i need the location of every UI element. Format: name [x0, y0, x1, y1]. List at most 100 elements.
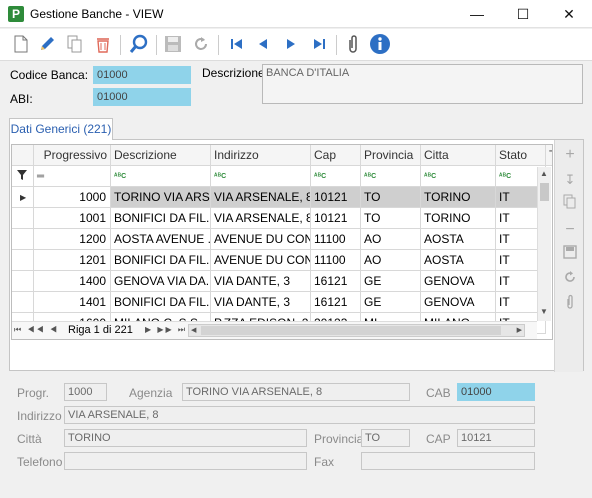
scroll-down-arrow-icon[interactable]: ▼	[540, 307, 548, 316]
citta-cell[interactable]: GENOVA	[421, 271, 496, 292]
citta-cell[interactable]: GENOVA	[421, 292, 496, 313]
provincia-field[interactable]: TO	[361, 429, 410, 447]
progressivo-cell[interactable]: 1001	[34, 208, 111, 229]
info-icon[interactable]	[369, 33, 391, 55]
provincia-cell[interactable]: GE	[361, 292, 421, 313]
descrizione-cell[interactable]: GENOVA VIA DA...	[111, 271, 211, 292]
copy-icon[interactable]	[64, 33, 86, 55]
provincia-cell[interactable]: TO	[361, 208, 421, 229]
progressivo-cell[interactable]: 1401	[34, 292, 111, 313]
next-record-icon[interactable]	[280, 33, 302, 55]
telefono-field[interactable]	[64, 452, 307, 470]
citta-cell[interactable]: AOSTA	[421, 250, 496, 271]
column-header[interactable]: Descrizione	[111, 145, 211, 166]
citta-cell[interactable]: TORINO	[421, 187, 496, 208]
last-record-icon[interactable]	[308, 33, 330, 55]
save-icon[interactable]	[162, 33, 184, 55]
citta-cell[interactable]: TORINO	[421, 208, 496, 229]
descrizione-cell[interactable]: BONIFICI DA FIL...	[111, 208, 211, 229]
indirizzo-cell[interactable]: AVENUE DU CON...	[211, 229, 311, 250]
descrizione-cell[interactable]: BONIFICI DA FIL...	[111, 292, 211, 313]
cap-field[interactable]: 10121	[457, 429, 535, 447]
cap-cell[interactable]: 10121	[311, 208, 361, 229]
cap-cell[interactable]: 11100	[311, 229, 361, 250]
delete-trash-icon[interactable]	[92, 33, 114, 55]
cap-cell[interactable]: 10121	[311, 187, 361, 208]
minimize-button[interactable]: —	[454, 0, 500, 28]
descrizione-cell[interactable]: AOSTA AVENUE ...	[111, 229, 211, 250]
scroll-left-arrow-icon[interactable]: ◀	[191, 326, 196, 334]
cap-cell[interactable]: 11100	[311, 250, 361, 271]
close-button[interactable]: ✕	[546, 0, 592, 28]
row-indicator[interactable]	[12, 271, 34, 292]
add-row-plus-icon[interactable]: +	[559, 144, 581, 166]
undo-row-icon[interactable]	[559, 269, 581, 291]
attachment-paperclip-icon[interactable]	[342, 33, 364, 55]
filter-abc-icon[interactable]: ᴬᴮC	[361, 166, 421, 187]
hscrollbar-thumb[interactable]	[201, 326, 501, 335]
remove-row-minus-icon[interactable]: −	[559, 219, 581, 241]
previous-record-icon[interactable]	[252, 33, 274, 55]
descrizione-cell[interactable]: BONIFICI DA FIL...	[111, 250, 211, 271]
scrollbar-thumb[interactable]	[540, 183, 549, 201]
provincia-cell[interactable]: AO	[361, 250, 421, 271]
column-header[interactable]: Progressivo	[34, 145, 111, 166]
filter-abc-icon[interactable]: ᴬᴮC	[111, 166, 211, 187]
codice-banca-field[interactable]: 01000	[93, 66, 191, 84]
provincia-cell[interactable]: GE	[361, 271, 421, 292]
fax-field[interactable]	[361, 452, 535, 470]
filter-abc-icon[interactable]: ᴬᴮC	[311, 166, 361, 187]
indirizzo-field[interactable]: VIA ARSENALE, 8	[64, 406, 535, 424]
filter-funnel-icon[interactable]	[12, 166, 34, 187]
indirizzo-cell[interactable]: VIA ARSENALE, 8	[211, 208, 311, 229]
row-indicator[interactable]	[12, 229, 34, 250]
citta-cell[interactable]: AOSTA	[421, 229, 496, 250]
column-header[interactable]: Provincia	[361, 145, 421, 166]
column-header[interactable]: Indirizzo	[211, 145, 311, 166]
indirizzo-cell[interactable]: VIA DANTE, 3	[211, 292, 311, 313]
descrizione-cell[interactable]: TORINO VIA ARS...	[111, 187, 211, 208]
vertical-scrollbar[interactable]: ▲ ▼	[537, 167, 551, 321]
filter-equals-icon[interactable]: ═	[34, 166, 111, 187]
filter-abc-icon[interactable]: ᴬᴮC	[421, 166, 496, 187]
column-header[interactable]: Citta	[421, 145, 496, 166]
current-row-indicator-icon[interactable]: ▶	[12, 187, 34, 208]
column-header[interactable]: Stato	[496, 145, 546, 166]
insert-row-icon[interactable]: ↧	[559, 169, 581, 191]
progressivo-cell[interactable]: 1201	[34, 250, 111, 271]
search-icon[interactable]	[128, 33, 150, 55]
progressivo-cell[interactable]: 1400	[34, 271, 111, 292]
tab-dati-generici[interactable]: Dati Generici (221)	[9, 118, 113, 140]
row-indicator[interactable]	[12, 250, 34, 271]
provincia-cell[interactable]: TO	[361, 187, 421, 208]
scroll-up-arrow-icon[interactable]: ▲	[540, 169, 548, 178]
undo-refresh-icon[interactable]	[190, 33, 212, 55]
filter-abc-icon[interactable]: ᴬᴮC	[211, 166, 311, 187]
nav-next-last-icons[interactable]: ▶ ▶▶ ⏭	[145, 325, 187, 335]
abi-field[interactable]: 01000	[93, 88, 191, 106]
edit-pencil-icon[interactable]	[36, 33, 58, 55]
row-indicator[interactable]	[12, 292, 34, 313]
progr-field[interactable]: 1000	[64, 383, 107, 401]
copy-row-icon[interactable]	[559, 194, 581, 216]
indirizzo-cell[interactable]: VIA ARSENALE, 8	[211, 187, 311, 208]
horizontal-scrollbar[interactable]: ◀ ▶	[188, 324, 525, 337]
agenzia-field[interactable]: TORINO VIA ARSENALE, 8	[182, 383, 410, 401]
scroll-right-arrow-icon[interactable]: ▶	[517, 326, 522, 334]
indirizzo-cell[interactable]: VIA DANTE, 3	[211, 271, 311, 292]
provincia-cell[interactable]: AO	[361, 229, 421, 250]
nav-first-prev-icons[interactable]: ⏮ ◀◀ ◀	[14, 325, 59, 335]
save-row-icon[interactable]	[559, 244, 581, 266]
citta-field[interactable]: TORINO	[64, 429, 307, 447]
maximize-button[interactable]: ☐	[500, 0, 546, 28]
descrizione-field[interactable]: BANCA D'ITALIA	[262, 64, 583, 104]
progressivo-cell[interactable]: 1000	[34, 187, 111, 208]
progressivo-cell[interactable]: 1200	[34, 229, 111, 250]
row-attachment-icon[interactable]	[559, 294, 581, 316]
cap-cell[interactable]: 16121	[311, 271, 361, 292]
cab-field[interactable]: 01000	[457, 383, 535, 401]
cap-cell[interactable]: 16121	[311, 292, 361, 313]
row-indicator[interactable]	[12, 208, 34, 229]
column-header[interactable]: T	[546, 145, 552, 166]
indirizzo-cell[interactable]: AVENUE DU CON...	[211, 250, 311, 271]
